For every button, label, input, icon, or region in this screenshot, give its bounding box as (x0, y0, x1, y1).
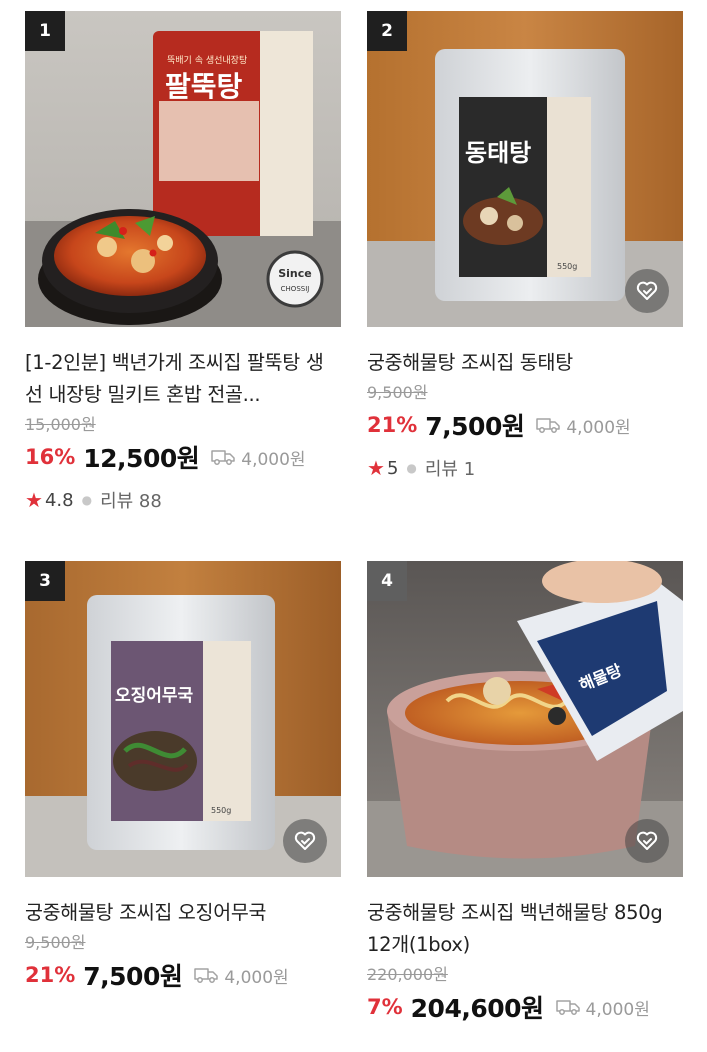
rank-badge-3: 3 (25, 561, 65, 601)
shipping-fee-text-4: 4,000원 (585, 999, 650, 1020)
product-image-2[interactable]: 동태탕 550g 2 (367, 11, 683, 327)
sale-price-2: 7,500원 (425, 412, 525, 441)
sale-price-4: 204,600원 (410, 994, 544, 1023)
rating-score-2: 5 (386, 457, 399, 479)
original-price-1: 15,000원 (25, 415, 96, 434)
product-card-4[interactable]: 해물탕 4 궁중해물탕 조씨집 백년해물탕 850g 12개(1box) 220… (367, 561, 683, 1025)
price-row-4: 7% 204,600원 4,000원 (367, 989, 683, 1025)
wishlist-button-4[interactable] (625, 819, 669, 863)
price-row-1: 16% 12,500원 4,000원 (25, 439, 341, 475)
since-badge-text: Since (278, 267, 312, 280)
pouch-sub-1: 뚝배기 속 생선내장탕 (167, 55, 247, 66)
pouch-label-1: 팔뚝탕 (165, 70, 243, 103)
discount-rate-3: 21% (25, 963, 76, 987)
product-title-4[interactable]: 궁중해물탕 조씨집 백년해물탕 850g 12개(1box) (367, 897, 683, 961)
heart-icon (636, 281, 658, 300)
delivery-truck-icon (536, 418, 561, 433)
rank-badge-1: 1 (25, 11, 65, 51)
star-icon: ★ (25, 488, 43, 512)
product-card-3[interactable]: 오징어무국 550g 3 궁중해물탕 조씨집 오징어무국 9,500원 21% … (25, 561, 341, 993)
separator-dot: ● (406, 461, 417, 475)
sale-price-3: 7,500원 (83, 962, 183, 991)
original-price-3: 9,500원 (25, 933, 86, 952)
heart-icon (294, 831, 316, 850)
pouch-label-2: 동태탕 (465, 139, 531, 167)
wishlist-button-3[interactable] (283, 819, 327, 863)
product-image-1[interactable]: 팔뚝탕 뚝배기 속 생선내장탕 Since CHOSSIJ 1 (25, 11, 341, 327)
shipping-fee-3: 4,000원 (194, 963, 289, 988)
shipping-fee-text-1: 4,000원 (241, 449, 306, 470)
product-photo-1: 팔뚝탕 뚝배기 속 생선내장탕 Since CHOSSIJ (25, 11, 341, 327)
delivery-truck-icon (555, 1000, 580, 1015)
separator-dot: ● (81, 493, 93, 507)
review-count-2[interactable]: 리뷰 1 (425, 455, 475, 481)
star-icon: ★ (367, 456, 385, 480)
product-title-1[interactable]: [1-2인분] 백년가게 조씨집 팔뚝탕 생선 내장탕 밀키트 혼밥 전골... (25, 347, 341, 411)
discount-rate-2: 21% (367, 413, 418, 437)
wishlist-button-2[interactable] (625, 269, 669, 313)
shipping-fee-text-2: 4,000원 (566, 417, 631, 438)
rating-score-1: 4.8 (44, 489, 74, 511)
price-row-3: 21% 7,500원 4,000원 (25, 957, 341, 993)
original-price-2: 9,500원 (367, 383, 428, 402)
pouch-weight-2: 550g (557, 262, 577, 271)
rank-badge-2: 2 (367, 11, 407, 51)
product-card-2[interactable]: 동태탕 550g 2 궁중해물탕 조씨집 동태탕 9,500원 21% 7,50… (367, 11, 683, 481)
delivery-truck-icon (194, 968, 219, 983)
pouch-label-3: 오징어무국 (115, 686, 194, 706)
product-title-2[interactable]: 궁중해물탕 조씨집 동태탕 (367, 347, 683, 379)
product-card-1[interactable]: 팔뚝탕 뚝배기 속 생선내장탕 Since CHOSSIJ 1 [1-2인분] … (25, 11, 341, 513)
rank-badge-4: 4 (367, 561, 407, 601)
shipping-fee-2: 4,000원 (536, 413, 631, 438)
original-price-4: 220,000원 (367, 965, 448, 984)
rating-row-2: ★ 5 ● 리뷰 1 (367, 455, 683, 481)
sale-price-1: 12,500원 (83, 444, 200, 473)
pouch-weight-3: 550g (211, 806, 231, 815)
rating-row-1: ★ 4.8 ● 리뷰 88 (25, 487, 341, 513)
since-badge-sub: CHOSSIJ (281, 285, 310, 293)
delivery-truck-icon (211, 450, 235, 465)
heart-icon (636, 831, 658, 850)
discount-rate-1: 16% (25, 445, 76, 469)
product-image-3[interactable]: 오징어무국 550g 3 (25, 561, 341, 877)
shipping-fee-4: 4,000원 (555, 995, 650, 1020)
shipping-fee-text-3: 4,000원 (224, 967, 289, 988)
product-image-4[interactable]: 해물탕 4 (367, 561, 683, 877)
price-row-2: 21% 7,500원 4,000원 (367, 407, 683, 443)
discount-rate-4: 7% (367, 995, 403, 1019)
review-count-1[interactable]: 리뷰 88 (100, 487, 162, 513)
product-title-3[interactable]: 궁중해물탕 조씨집 오징어무국 (25, 897, 341, 929)
shipping-fee-1: 4,000원 (211, 445, 306, 470)
